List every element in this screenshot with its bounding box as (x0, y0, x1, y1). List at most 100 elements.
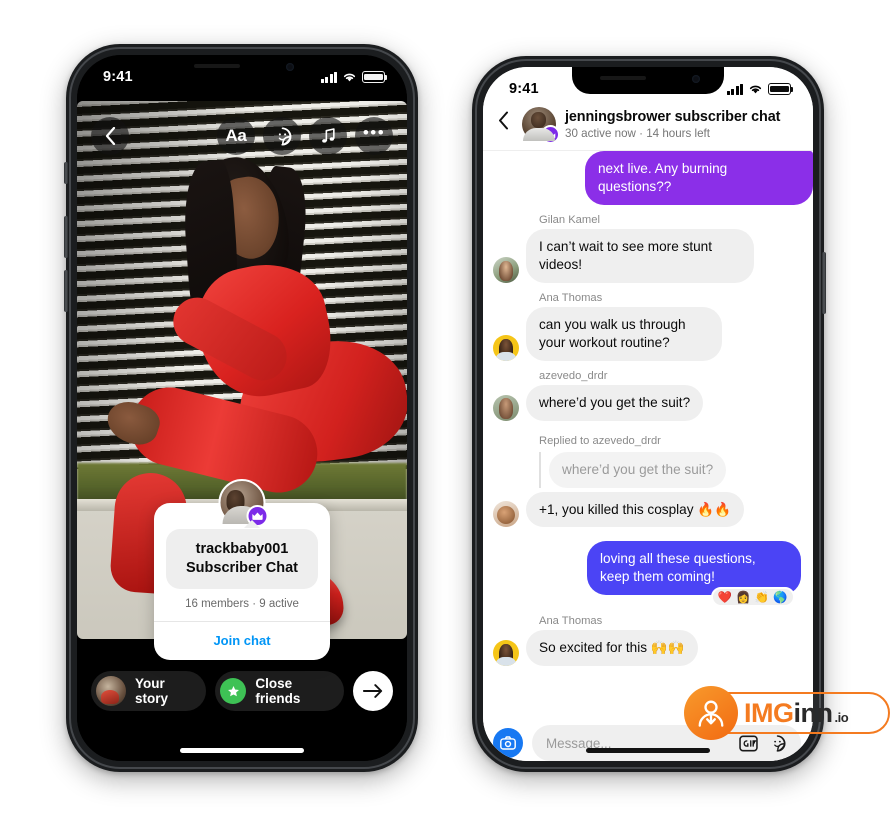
story-text-tool[interactable]: Aa (217, 117, 255, 155)
home-indicator[interactable] (586, 748, 710, 753)
story-bottom-bar: Your story Close friends (77, 671, 407, 711)
ana-thomas-avatar[interactable] (493, 640, 519, 667)
chevron-left-icon (498, 111, 508, 130)
message-sender-name: Gilan Kamel (539, 213, 600, 226)
your-story-label: Your story (135, 676, 169, 706)
subscriber-card-bubble: trackbaby001 Subscriber Chat (166, 519, 318, 590)
message-bubble[interactable]: I can’t wait to see more stunt videos! (526, 228, 754, 283)
camera-icon (500, 736, 516, 750)
close-friends-button[interactable]: Close friends (215, 671, 344, 711)
volume-up-button[interactable] (64, 216, 68, 258)
cellular-bars-icon (726, 83, 743, 95)
chat-title: jenningsbrower subscriber chat (565, 108, 781, 125)
message-bubble[interactable]: where’d you get the suit? (526, 384, 704, 421)
watermark-g: G (773, 697, 794, 728)
home-indicator[interactable] (180, 748, 304, 753)
wifi-icon (343, 73, 356, 82)
sticker-smiley-icon (278, 126, 291, 146)
right-phone-screen: jenningsbrower subscriber chat 30 active… (483, 67, 813, 761)
story-more-tool[interactable]: ••• (355, 117, 393, 155)
subscriber-card-chat-label: Subscriber Chat (186, 559, 298, 576)
crown-badge-icon (541, 125, 560, 144)
message-sender-name: Ana Thomas (539, 615, 603, 628)
silence-switch[interactable] (64, 162, 68, 184)
story-back-button[interactable] (91, 117, 129, 155)
story-screen: 9:41 Aa ••• trackbaby001 Subscriber Chat… (77, 55, 407, 761)
watermark-inn: inn (793, 697, 834, 728)
subscriber-chat-sticker[interactable]: trackbaby001 Subscriber Chat 16 members … (154, 479, 330, 661)
crown-glyph (546, 131, 555, 138)
message-row-incoming: I can’t wait to see more stunt videos! (493, 228, 801, 283)
status-indicators (320, 71, 388, 83)
outgoing-bubble-wrapper: loving all these questions, keep them co… (587, 541, 801, 608)
battery-icon (362, 71, 388, 83)
message-reactions[interactable]: ❤️ 👩 👏 🌎 (710, 587, 795, 608)
star-glyph (227, 685, 239, 696)
cellular-bars-icon (320, 71, 337, 83)
earpiece-speaker (600, 76, 646, 80)
ana-thomas-avatar[interactable] (493, 334, 519, 361)
your-story-button[interactable]: Your story (91, 671, 207, 711)
creator-avatar[interactable] (522, 107, 560, 144)
quoted-message-text: where’d you get the suit? (549, 451, 727, 488)
story-tool-group: Aa ••• (217, 117, 393, 155)
more-dots-icon: ••• (362, 123, 386, 142)
chat-header-text: jenningsbrower subscriber chat 30 active… (565, 109, 780, 140)
message-row-outgoing-top: next live. Any burning questions?? (493, 151, 813, 205)
status-time: 9:41 (509, 81, 539, 97)
download-person-glyph (698, 700, 724, 727)
watermark-io: .io (834, 709, 849, 725)
wifi-icon (749, 85, 762, 94)
message-bubble[interactable]: +1, you killed this cosplay 🔥🔥 (526, 491, 745, 528)
arrow-right-icon (363, 684, 383, 698)
chat-back-button[interactable] (493, 111, 513, 137)
phone-left-story: 9:41 Aa ••• trackbaby001 Subscriber Chat… (64, 44, 418, 772)
replier-avatar[interactable] (493, 501, 519, 528)
azevedo-drdr-avatar[interactable] (493, 394, 519, 421)
story-sticker-tool[interactable] (263, 117, 301, 155)
subscriber-card-username: trackbaby001 (195, 541, 289, 557)
message-row-incoming: So excited for this 🙌🙌 (493, 630, 801, 667)
quoted-message[interactable]: where’d you get the suit? (539, 451, 801, 488)
front-camera (286, 63, 294, 71)
reply-context-block: Replied to azevedo_drdr where’d you get … (539, 435, 801, 488)
battery-icon (768, 83, 794, 95)
chat-message-list[interactable]: next live. Any burning questions?? Gilan… (483, 151, 813, 719)
story-music-tool[interactable] (309, 117, 347, 155)
message-row-incoming: +1, you killed this cosplay 🔥🔥 (493, 491, 801, 528)
power-button[interactable] (822, 252, 826, 314)
message-row-incoming: can you walk us through your workout rou… (493, 306, 801, 361)
front-camera (692, 75, 700, 83)
your-story-avatar (96, 676, 126, 706)
story-toolbar: Aa ••• (77, 117, 407, 155)
chat-subtitle: 30 active now · 14 hours left (565, 126, 711, 140)
music-note-icon (322, 128, 335, 143)
message-bubble[interactable]: can you walk us through your workout rou… (526, 306, 722, 361)
left-notch (166, 55, 318, 82)
creator-avatar (218, 479, 269, 527)
imginn-watermark: IM G inn .io (684, 686, 890, 740)
text-aa-icon: Aa (225, 126, 247, 145)
green-star-icon (220, 678, 247, 704)
watermark-im: IM (744, 697, 774, 728)
subscriber-card-meta: 16 members · 9 active (185, 598, 299, 611)
message-bubble[interactable]: next live. Any burning questions?? (585, 151, 813, 205)
message-sender-name: Ana Thomas (539, 291, 603, 304)
earpiece-speaker (194, 64, 240, 68)
gilan-kamel-avatar[interactable] (493, 256, 519, 283)
reply-label: Replied to azevedo_drdr (539, 434, 661, 447)
message-bubble[interactable]: So excited for this 🙌🙌 (526, 630, 698, 667)
message-sender-name: azevedo_drdr (539, 369, 608, 382)
join-chat-button[interactable]: Join chat (166, 622, 318, 660)
left-phone-screen: 9:41 Aa ••• trackbaby001 Subscriber Chat… (77, 55, 407, 761)
chevron-left-icon (105, 127, 115, 145)
right-notch (572, 67, 724, 94)
download-person-icon (684, 686, 738, 740)
volume-down-button[interactable] (64, 270, 68, 312)
message-row-outgoing: loving all these questions, keep them co… (493, 541, 801, 608)
story-send-button[interactable] (353, 671, 393, 711)
status-time: 9:41 (103, 69, 133, 85)
close-friends-label: Close friends (255, 676, 301, 706)
subscriber-chat-screen: jenningsbrower subscriber chat 30 active… (483, 67, 813, 761)
camera-button[interactable] (493, 728, 523, 758)
